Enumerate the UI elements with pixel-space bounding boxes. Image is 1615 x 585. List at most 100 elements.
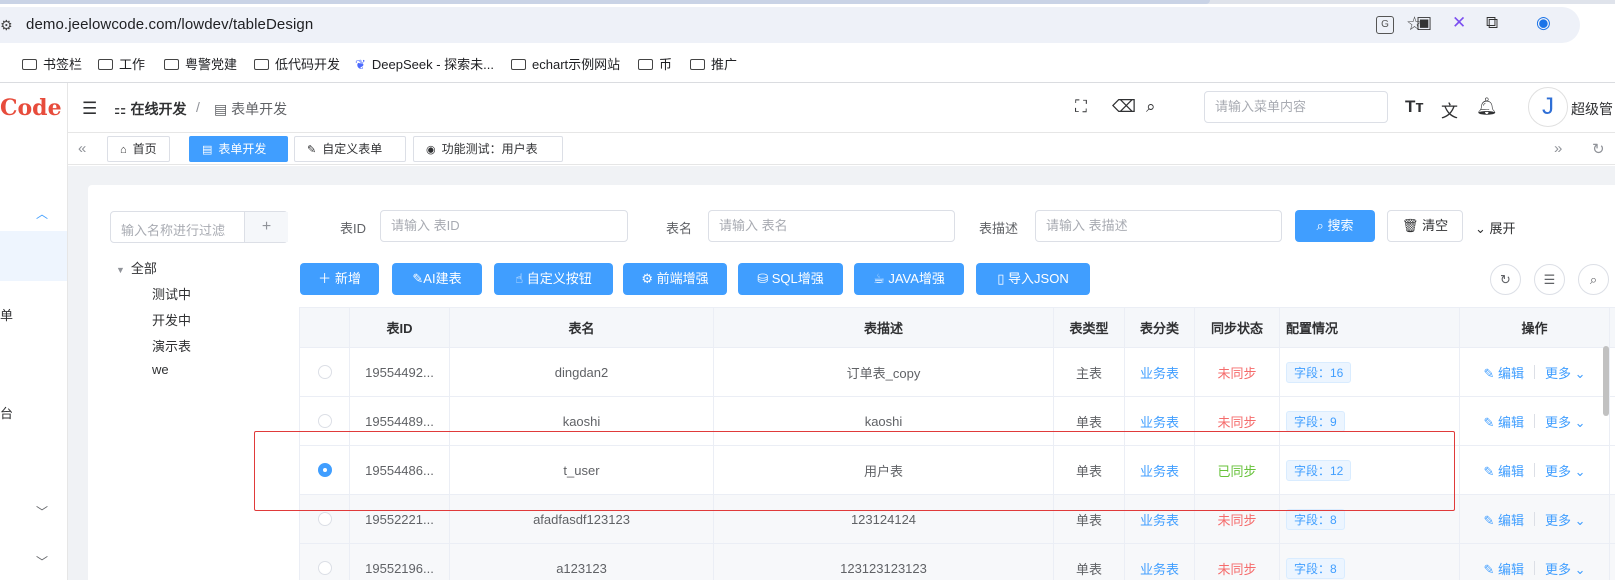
chevron-down-icon[interactable]: ﹀ xyxy=(36,503,48,520)
expand-toggle[interactable]: ⌄ 展开 xyxy=(1475,218,1516,237)
field-count-tag[interactable]: 字段：12 xyxy=(1286,459,1352,481)
ai-create-button[interactable]: ✎AI建表 xyxy=(392,263,482,295)
more-dropdown[interactable]: 更多 ⌄ xyxy=(1545,412,1586,431)
avatar[interactable]: J xyxy=(1528,87,1568,127)
chevron-up-icon[interactable]: ︿ xyxy=(36,205,48,222)
bookmark-link[interactable]: ❦ DeepSeek - 探索未... xyxy=(355,54,494,73)
tab-custom-form[interactable]: ✎ 自定义表单 xyxy=(294,136,406,162)
bookmark-folder[interactable]: 工作 xyxy=(98,54,145,73)
more-dropdown[interactable]: 更多 ⌄ xyxy=(1545,363,1586,382)
tree-filter-input[interactable]: 输入名称进行过滤 + xyxy=(110,211,288,243)
scroll-left-icon[interactable]: « xyxy=(78,140,86,157)
bookmark-folder[interactable]: 粤警党建 xyxy=(164,54,237,73)
bell-icon[interactable]: 🔔︎ xyxy=(1476,97,1498,117)
app-logo[interactable]: Code xyxy=(0,95,62,121)
edit-link[interactable]: ✎ 编辑 xyxy=(1483,461,1524,480)
table-desc-input[interactable]: 请输入 表描述 xyxy=(1035,210,1282,242)
table-name-input[interactable]: 请输入 表名 xyxy=(708,210,955,242)
cell-table-category[interactable]: 业务表 xyxy=(1125,544,1195,580)
bookmark-folder[interactable]: 书签栏 xyxy=(22,54,82,73)
edit-link[interactable]: ✎ 编辑 xyxy=(1483,412,1524,431)
custom-button-button[interactable]: ☝ 自定义按钮 xyxy=(494,263,613,295)
java-enhance-button[interactable]: ☕︎ JAVA增强 xyxy=(854,263,964,295)
cell-table-category[interactable]: 业务表 xyxy=(1125,397,1195,445)
extension-icon[interactable]: ▣ xyxy=(1416,13,1432,33)
clear-button[interactable]: 🗑︎ 清空 xyxy=(1387,210,1463,242)
row-select-cell[interactable] xyxy=(300,397,350,445)
field-count-tag[interactable]: 字段：9 xyxy=(1286,410,1345,432)
clear-cache-icon[interactable]: ⌫ xyxy=(1112,97,1136,117)
column-settings-button[interactable]: ☰ xyxy=(1534,264,1565,295)
table-scrollbar[interactable] xyxy=(1603,346,1609,416)
add-button[interactable]: ＋ 新增 xyxy=(300,263,379,295)
bookmark-folder[interactable]: echart示例网站 xyxy=(511,54,620,73)
bookmark-folder[interactable]: 低代码开发 xyxy=(254,54,340,73)
search-button[interactable]: ⌕ 搜索 xyxy=(1295,210,1375,242)
tree-node[interactable]: 开发中 xyxy=(152,310,191,329)
sql-enhance-button[interactable]: ⛁ SQL增强 xyxy=(738,263,843,295)
cell-table-category[interactable]: 业务表 xyxy=(1125,348,1195,396)
cell-table-category[interactable]: 业务表 xyxy=(1125,495,1195,543)
row-select-cell[interactable] xyxy=(300,495,350,543)
import-json-button[interactable]: ▯ 导入JSON xyxy=(976,263,1090,295)
refresh-icon[interactable]: ↻ xyxy=(1592,140,1605,158)
side-menu-item[interactable]: 单 xyxy=(0,305,13,324)
table-id-input[interactable]: 请输入 表ID xyxy=(380,210,628,242)
row-select-cell[interactable] xyxy=(300,544,350,580)
row-radio[interactable] xyxy=(317,463,332,477)
add-category-button[interactable]: + xyxy=(244,212,288,242)
row-radio[interactable] xyxy=(317,365,332,379)
bookmark-folder[interactable]: 推广 xyxy=(690,54,737,73)
scroll-right-icon[interactable]: » xyxy=(1554,140,1562,157)
field-count-tag[interactable]: 字段：8 xyxy=(1286,508,1345,530)
row-select-cell[interactable] xyxy=(300,446,350,494)
side-menu-active-item[interactable] xyxy=(0,231,67,281)
field-count-tag[interactable]: 字段：16 xyxy=(1286,361,1352,383)
edit-link[interactable]: ✎ 编辑 xyxy=(1483,363,1524,382)
menu-toggle-icon[interactable]: ☰ xyxy=(82,99,97,119)
cell-table-category[interactable]: 业务表 xyxy=(1125,446,1195,494)
table-row[interactable]: 19554492... dingdan2 订单表_copy 主表 业务表 未同步 字段：16… xyxy=(300,348,1615,397)
search-icon[interactable]: ⌕ xyxy=(1146,97,1156,117)
frontend-enhance-button[interactable]: ⚙ 前端增强 xyxy=(623,263,727,295)
tab-form-dev[interactable]: ▤ 表单开发 xyxy=(189,136,288,162)
address-bar[interactable]: ⚙ demo.jeelowcode.com/lowdev/tableDesign… xyxy=(0,7,1580,43)
menu-search-input[interactable]: 请输入菜单内容 xyxy=(1204,91,1388,123)
tree-node[interactable]: we xyxy=(152,362,169,377)
x-extension-icon[interactable]: ✕ xyxy=(1452,13,1466,33)
table-row[interactable]: 19554489... kaoshi kaoshi 单表 业务表 未同步 字段：9 ✎ 编辑更… xyxy=(300,397,1615,446)
tree-node-root[interactable]: ▼ 全部 xyxy=(116,258,157,277)
row-select-cell[interactable] xyxy=(300,348,350,396)
row-radio[interactable] xyxy=(317,512,332,526)
row-radio[interactable] xyxy=(317,561,332,575)
table-row[interactable]: 19554486... t_user 用户表 单表 业务表 已同步 字段：12 ✎ 编辑 更多 … xyxy=(300,446,1615,495)
fullscreen-icon[interactable]: ⛶ xyxy=(1075,97,1087,117)
chevron-down-icon[interactable]: ﹀ xyxy=(36,553,48,570)
side-menu-item[interactable]: 台 xyxy=(0,403,13,422)
edit-link[interactable]: ✎ 编辑 xyxy=(1483,559,1524,578)
url-text[interactable]: demo.jeelowcode.com/lowdev/tableDesign xyxy=(26,16,313,33)
language-icon[interactable]: 文 xyxy=(1441,97,1458,122)
translate-icon[interactable]: G xyxy=(1376,16,1394,34)
tree-node[interactable]: 测试中 xyxy=(152,284,191,303)
toggle-search-button[interactable]: ⌕ xyxy=(1578,264,1609,295)
profile-icon[interactable]: ◉ xyxy=(1536,13,1551,33)
bookmark-folder[interactable]: 币 xyxy=(638,54,672,73)
refresh-button[interactable]: ↻ xyxy=(1490,264,1521,295)
font-size-icon[interactable]: Tт xyxy=(1405,97,1424,117)
field-count-tag[interactable]: 字段：8 xyxy=(1286,557,1345,579)
more-dropdown[interactable]: 更多 ⌄ xyxy=(1545,559,1586,578)
tab-home[interactable]: ⌂ 首页 xyxy=(107,136,170,162)
browser-active-tab[interactable] xyxy=(0,0,1210,4)
row-radio[interactable] xyxy=(317,414,332,428)
user-name[interactable]: 超级管 xyxy=(1571,99,1613,119)
table-row[interactable]: 19552196... a123123 123123123123 单表 业务表 未同步 字段… xyxy=(300,544,1615,580)
breadcrumb-root[interactable]: ⚏ 在线开发 xyxy=(114,99,186,119)
table-row[interactable]: 19552221... afadfasdf123123 123124124 单表 业务表… xyxy=(300,495,1615,544)
tab-function-test[interactable]: ◉ 功能测试：用户表 xyxy=(413,136,563,162)
more-dropdown[interactable]: 更多 ⌄ xyxy=(1545,461,1586,480)
site-info-icon[interactable]: ⚙ xyxy=(0,17,13,34)
puzzle-icon[interactable]: ⧉ xyxy=(1486,13,1498,33)
edit-link[interactable]: ✎ 编辑 xyxy=(1483,510,1524,529)
more-dropdown[interactable]: 更多 ⌄ xyxy=(1545,510,1586,529)
